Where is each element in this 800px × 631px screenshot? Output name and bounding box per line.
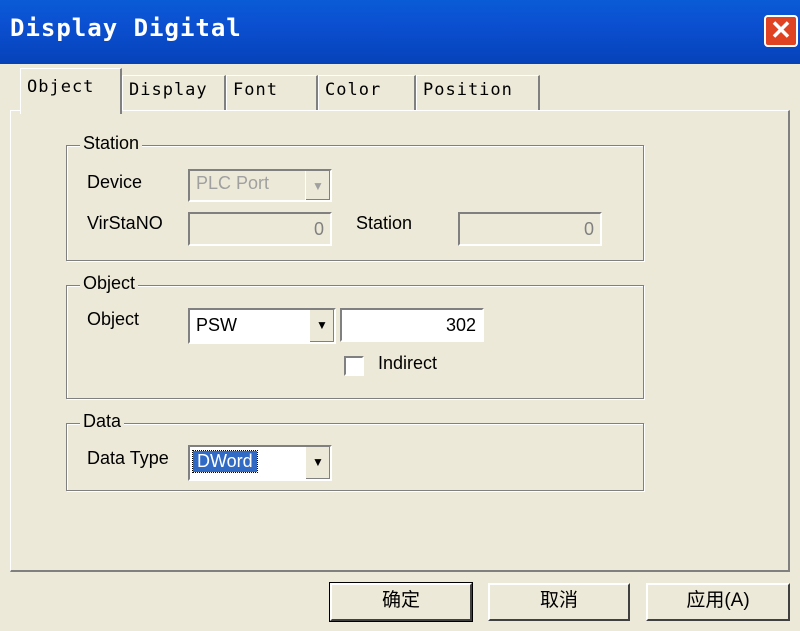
tab-object[interactable]: Object	[20, 68, 122, 114]
station-label: Station	[356, 213, 413, 233]
tab-label: Object	[27, 77, 95, 97]
window-title: Display Digital	[10, 14, 242, 42]
tab-label: Display	[129, 80, 208, 100]
station-field[interactable]: 0	[458, 212, 602, 246]
data-type-select[interactable]: DWord ▼	[188, 445, 332, 481]
indirect-label: Indirect	[378, 353, 438, 373]
data-legend: Data	[80, 411, 125, 432]
device-select[interactable]: PLC Port ▼	[188, 169, 332, 202]
indirect-checkbox[interactable]	[344, 356, 364, 376]
chevron-down-icon[interactable]: ▼	[305, 447, 330, 479]
cancel-button[interactable]: 取消	[488, 583, 630, 621]
object-legend: Object	[80, 273, 139, 294]
object-group	[66, 285, 644, 399]
object-address-value: 302	[445, 315, 476, 335]
tab-display[interactable]: Display	[122, 75, 226, 111]
virstano-label: VirStaNO	[87, 213, 163, 233]
ok-button[interactable]: 确定	[329, 582, 473, 622]
chevron-down-icon[interactable]: ▼	[305, 171, 330, 200]
virstano-field[interactable]: 0	[188, 212, 332, 246]
apply-button[interactable]: 应用(A)	[646, 583, 790, 621]
tab-font[interactable]: Font	[226, 75, 318, 111]
device-label: Device	[87, 172, 143, 192]
tab-label: Font	[233, 80, 278, 100]
tab-label: Color	[325, 80, 382, 100]
tab-position[interactable]: Position	[416, 75, 540, 111]
station-legend: Station	[80, 133, 143, 154]
object-type-value: PSW	[196, 315, 238, 335]
data-type-value: DWord	[192, 450, 258, 473]
object-address-field[interactable]: 302	[340, 308, 484, 342]
station-value: 0	[583, 219, 594, 239]
close-icon[interactable]: ✕	[764, 15, 798, 47]
device-value: PLC Port	[196, 173, 270, 193]
object-type-select[interactable]: PSW ▼	[188, 308, 336, 344]
tab-label: Position	[423, 80, 513, 100]
chevron-down-icon[interactable]: ▼	[309, 310, 334, 342]
virstano-value: 0	[313, 219, 324, 239]
title-bar[interactable]: Display Digital ✕	[0, 0, 800, 64]
data-type-label: Data Type	[87, 448, 169, 468]
tab-color[interactable]: Color	[318, 75, 416, 111]
object-label: Object	[87, 309, 140, 329]
